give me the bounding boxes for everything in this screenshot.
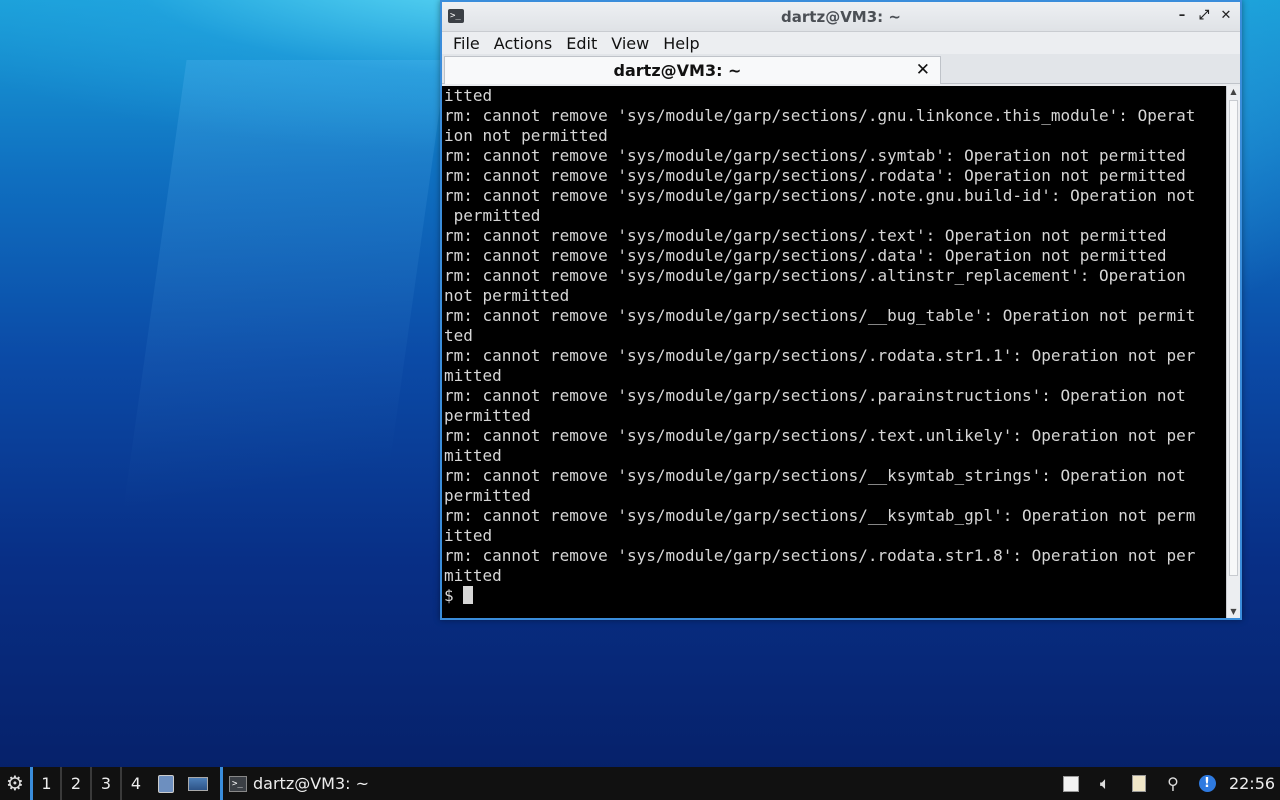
maximize-button[interactable]: ⤢	[1196, 7, 1212, 25]
start-menu-icon[interactable]: ⚙	[0, 767, 30, 800]
terminal-line: rm: cannot remove 'sys/module/garp/secti…	[444, 266, 1186, 285]
menu-help[interactable]: Help	[656, 34, 706, 53]
system-tray: 🔈︎ ⚲ ! 22:56	[1054, 767, 1280, 800]
terminal-prompt: $	[444, 586, 464, 605]
terminal-line: itted	[444, 526, 493, 545]
clipboard-icon	[1132, 775, 1146, 792]
tab-terminal[interactable]: dartz@VM3: ~ ✕	[444, 56, 941, 84]
tab-close-icon[interactable]: ✕	[916, 60, 930, 80]
terminal-line: rm: cannot remove 'sys/module/garp/secti…	[444, 346, 1196, 365]
background-light-rays	[113, 60, 447, 580]
terminal-line: mitted	[444, 446, 502, 465]
tab-label: dartz@VM3: ~	[613, 61, 742, 80]
terminal-line: not permitted	[444, 286, 570, 305]
notes-tray-button[interactable]	[1054, 767, 1088, 800]
terminal-line: mitted	[444, 366, 502, 385]
terminal-line: rm: cannot remove 'sys/module/garp/secti…	[444, 106, 1196, 125]
terminal-line: rm: cannot remove 'sys/module/garp/secti…	[444, 306, 1196, 325]
scroll-up-icon[interactable]: ▲	[1227, 86, 1240, 98]
updates-alert-icon: !	[1198, 775, 1216, 792]
menu-actions[interactable]: Actions	[487, 34, 559, 53]
volume-tray-button[interactable]: 🔈︎	[1088, 767, 1122, 800]
clipboard-tray-button[interactable]	[1122, 767, 1156, 800]
terminal-line: rm: cannot remove 'sys/module/garp/secti…	[444, 166, 1186, 185]
close-button[interactable]: ✕	[1218, 7, 1234, 25]
network-icon: ⚲	[1167, 774, 1179, 793]
window-title: dartz@VM3: ~	[781, 8, 901, 26]
terminal-scrollbar[interactable]: ▲ ▼	[1226, 86, 1240, 618]
desktop-3-button[interactable]: 3	[90, 767, 120, 800]
terminal-task-icon: >_	[229, 775, 247, 792]
terminal-line: itted	[444, 86, 493, 105]
notes-icon	[1063, 775, 1079, 792]
scroll-down-icon[interactable]: ▼	[1227, 606, 1240, 618]
menu-edit[interactable]: Edit	[559, 34, 604, 53]
taskbar: ⚙ 1 2 3 4 >_ dartz@VM3: ~ 🔈︎ ⚲ ! 22:56	[0, 767, 1280, 800]
terminal-line: rm: cannot remove 'sys/module/garp/secti…	[444, 226, 1167, 245]
updates-tray-button[interactable]: !	[1190, 767, 1224, 800]
desktop-2-button[interactable]: 2	[60, 767, 90, 800]
taskbar-terminal-label: dartz@VM3: ~	[253, 774, 370, 793]
terminal-window[interactable]: >_ dartz@VM3: ~ – ⤢ ✕ File Actions Edit …	[440, 0, 1242, 620]
terminal-line: mitted	[444, 566, 502, 585]
menu-view[interactable]: View	[604, 34, 656, 53]
scrollbar-thumb[interactable]	[1229, 100, 1238, 576]
clock[interactable]: 22:56	[1224, 774, 1280, 793]
show-desktop-icon	[188, 776, 208, 791]
window-controls: – ⤢ ✕	[1174, 7, 1234, 25]
desktop-4-button[interactable]: 4	[120, 767, 150, 800]
window-titlebar[interactable]: >_ dartz@VM3: ~ – ⤢ ✕	[442, 2, 1240, 32]
terminal-line: rm: cannot remove 'sys/module/garp/secti…	[444, 146, 1186, 165]
terminal-line: rm: cannot remove 'sys/module/garp/secti…	[444, 186, 1196, 205]
terminal-line: rm: cannot remove 'sys/module/garp/secti…	[444, 506, 1196, 525]
minimize-button[interactable]: –	[1174, 7, 1190, 25]
desktop-1-button[interactable]: 1	[30, 767, 60, 800]
terminal-line: rm: cannot remove 'sys/module/garp/secti…	[444, 546, 1196, 565]
file-manager-launcher[interactable]	[150, 767, 182, 800]
terminal-line: rm: cannot remove 'sys/module/garp/secti…	[444, 466, 1186, 485]
taskbar-terminal-button[interactable]: >_ dartz@VM3: ~	[220, 767, 375, 800]
terminal-line: rm: cannot remove 'sys/module/garp/secti…	[444, 386, 1186, 405]
terminal-line: rm: cannot remove 'sys/module/garp/secti…	[444, 426, 1196, 445]
menu-file[interactable]: File	[446, 34, 487, 53]
volume-icon: 🔈︎	[1099, 773, 1111, 794]
tab-bar: dartz@VM3: ~ ✕	[442, 54, 1240, 84]
network-tray-button[interactable]: ⚲	[1156, 767, 1190, 800]
menubar: File Actions Edit View Help	[442, 32, 1240, 54]
terminal-line: rm: cannot remove 'sys/module/garp/secti…	[444, 246, 1167, 265]
terminal-line: permitted	[444, 206, 541, 225]
terminal-line: ted	[444, 326, 473, 345]
terminal-output[interactable]: itted rm: cannot remove 'sys/module/garp…	[442, 86, 1228, 618]
show-desktop-launcher[interactable]	[182, 767, 214, 800]
file-manager-icon	[158, 774, 174, 793]
text-cursor	[463, 586, 474, 604]
terminal-line: ion not permitted	[444, 126, 608, 145]
terminal-line: permitted	[444, 406, 531, 425]
terminal-line: permitted	[444, 486, 531, 505]
terminal-prompt-line[interactable]: $	[444, 586, 1228, 606]
